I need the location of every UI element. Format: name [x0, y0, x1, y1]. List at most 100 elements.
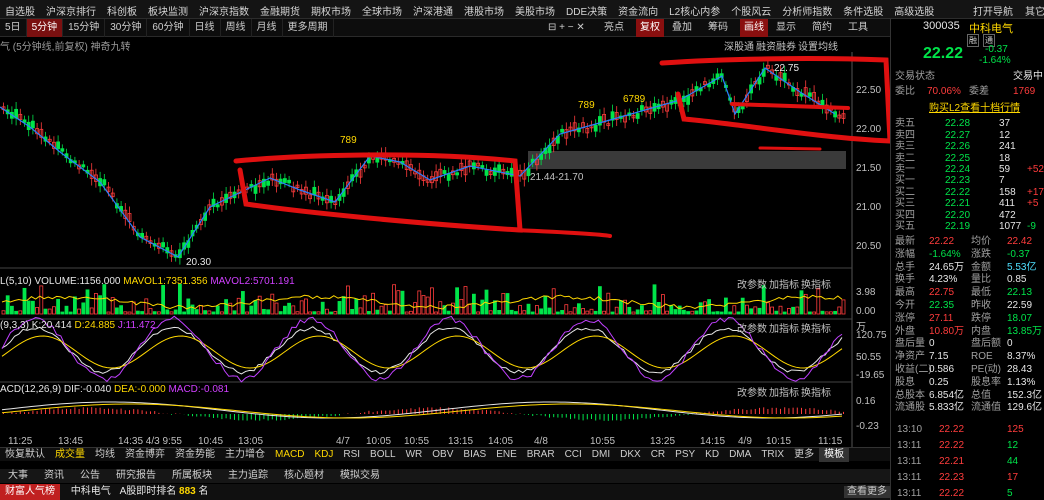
- menu-item[interactable]: 金融期货: [255, 0, 306, 18]
- zoom-icons[interactable]: ⊟ + − ✕: [548, 19, 585, 37]
- nav-sectors[interactable]: 所属板块: [164, 469, 220, 483]
- tab-dma[interactable]: DMA: [724, 448, 756, 462]
- popularity-badge[interactable]: 财富人气榜: [0, 484, 60, 500]
- simple-button[interactable]: 简约: [812, 19, 832, 37]
- switch-indicator-button[interactable]: 换指标: [801, 384, 831, 399]
- menu-item[interactable]: 港股市场: [459, 0, 510, 18]
- menu-item[interactable]: 板块监测: [143, 0, 194, 18]
- l2-link-row[interactable]: 购买L2查看十档行情: [891, 103, 1044, 114]
- period-5day[interactable]: 5日: [0, 19, 27, 37]
- menu-item[interactable]: 美股市场: [510, 0, 561, 18]
- hk-connect-link[interactable]: 深股通: [724, 38, 754, 53]
- overlay-button[interactable]: 叠加: [672, 19, 692, 37]
- adjust-button[interactable]: 复权: [636, 19, 664, 37]
- menu-item[interactable]: 条件选股: [838, 0, 889, 18]
- add-indicator-button[interactable]: 加指标: [769, 276, 799, 291]
- volume-bar: [820, 310, 825, 315]
- menu-item[interactable]: 期权市场: [306, 0, 357, 18]
- menu-item[interactable]: DDE决策: [561, 0, 613, 18]
- nav-notice[interactable]: 公告: [72, 469, 108, 483]
- tab-brar[interactable]: BRAR: [522, 448, 560, 462]
- period-day[interactable]: 日线: [190, 19, 221, 37]
- margin-link[interactable]: 融资融券: [756, 38, 796, 53]
- change-params-button[interactable]: 改参数: [737, 384, 767, 399]
- tab-template[interactable]: 模板: [819, 448, 850, 462]
- tools-button[interactable]: 工具: [848, 19, 868, 37]
- tab-kd[interactable]: KD: [700, 448, 724, 462]
- highlight-button[interactable]: 亮点: [604, 19, 624, 37]
- period-more[interactable]: 更多周期: [283, 19, 334, 37]
- volume-bar: [682, 309, 686, 315]
- view-more-button[interactable]: 查看更多: [844, 486, 890, 498]
- open-nav-button[interactable]: 打开导航: [968, 0, 1019, 18]
- tab-cci[interactable]: CCI: [560, 448, 587, 462]
- menu-item[interactable]: L2核心内参: [664, 0, 726, 18]
- change-params-button[interactable]: 改参数: [737, 320, 767, 335]
- add-indicator-button[interactable]: 加指标: [769, 384, 799, 399]
- nav-sim-trade[interactable]: 模拟交易: [332, 469, 388, 483]
- tab-wr[interactable]: WR: [401, 448, 428, 462]
- stat-row: 总手 24.65万 金额 5.53亿: [891, 262, 1044, 273]
- tab-kdj[interactable]: KDJ: [309, 448, 338, 462]
- add-indicator-button[interactable]: 加指标: [769, 320, 799, 335]
- nav-core-theme[interactable]: 核心题材: [276, 469, 332, 483]
- chips-button[interactable]: 筹码: [708, 19, 728, 37]
- nav-main-track[interactable]: 主力追踪: [220, 469, 276, 483]
- tab-main-add[interactable]: 主力增仓: [220, 448, 270, 462]
- period-month[interactable]: 月线: [252, 19, 283, 37]
- period-5min[interactable]: 5分钟: [26, 19, 64, 37]
- other-menu-button[interactable]: 其它: [1020, 0, 1044, 18]
- tab-more[interactable]: 更多: [789, 448, 819, 462]
- volume-bar: [291, 305, 296, 315]
- ma-settings-link[interactable]: 设置均线: [798, 38, 838, 53]
- bid-change: +17: [1027, 186, 1044, 198]
- tab-fund-game[interactable]: 资金博弈: [120, 448, 170, 462]
- menu-item[interactable]: 高级选股: [889, 0, 940, 18]
- period-15min[interactable]: 15分钟: [63, 19, 106, 37]
- menu-item[interactable]: 全球市场: [357, 0, 408, 18]
- menu-item[interactable]: 沪深京排行: [41, 0, 102, 18]
- switch-indicator-button[interactable]: 换指标: [801, 320, 831, 335]
- switch-indicator-button[interactable]: 换指标: [801, 276, 831, 291]
- tab-dkx[interactable]: DKX: [615, 448, 646, 462]
- menu-item[interactable]: 自选股: [0, 0, 41, 18]
- tab-fund-energy[interactable]: 资金势能: [170, 448, 220, 462]
- tab-bias[interactable]: BIAS: [458, 448, 491, 462]
- tab-macd[interactable]: MACD: [270, 448, 309, 462]
- tab-volume[interactable]: 成交量: [50, 448, 90, 462]
- tab-psy[interactable]: PSY: [670, 448, 700, 462]
- tick-row: 13:10 22.22 125: [891, 424, 1044, 435]
- draw-line-button[interactable]: 画线: [740, 19, 768, 37]
- nav-events[interactable]: 大事: [0, 469, 36, 483]
- tab-rsi[interactable]: RSI: [338, 448, 365, 462]
- tab-restore[interactable]: 恢复默认: [0, 448, 50, 462]
- volume-bar: [404, 311, 409, 315]
- menu-item[interactable]: 沪深京指数: [194, 0, 255, 18]
- menu-item[interactable]: 沪深港通: [408, 0, 459, 18]
- menu-item[interactable]: 科创板: [102, 0, 143, 18]
- period-60min[interactable]: 60分钟: [147, 19, 190, 37]
- tab-ene[interactable]: ENE: [491, 448, 522, 462]
- nav-news[interactable]: 资讯: [36, 469, 72, 483]
- candle-body: [161, 242, 166, 248]
- tab-obv[interactable]: OBV: [427, 448, 458, 462]
- volume-bar: [5, 295, 10, 315]
- tab-dmi[interactable]: DMI: [587, 448, 615, 462]
- volume-bar: [106, 311, 111, 315]
- tab-cr[interactable]: CR: [646, 448, 670, 462]
- tab-ma[interactable]: 均线: [90, 448, 120, 462]
- volume-bar: [182, 311, 187, 315]
- tab-trix[interactable]: TRIX: [756, 448, 789, 462]
- period-30min[interactable]: 30分钟: [105, 19, 148, 37]
- change-params-button[interactable]: 改参数: [737, 276, 767, 291]
- nav-research[interactable]: 研究报告: [108, 469, 164, 483]
- volume-bar: [640, 305, 644, 315]
- display-button[interactable]: 显示: [776, 19, 796, 37]
- menu-item[interactable]: 分析师指数: [777, 0, 838, 18]
- menu-item[interactable]: 个股风云: [726, 0, 777, 18]
- volume-bar: [812, 311, 816, 315]
- menu-item[interactable]: 资金流向: [613, 0, 664, 18]
- tab-boll[interactable]: BOLL: [365, 448, 401, 462]
- stat-label: 昨收: [971, 300, 991, 311]
- period-week[interactable]: 周线: [221, 19, 252, 37]
